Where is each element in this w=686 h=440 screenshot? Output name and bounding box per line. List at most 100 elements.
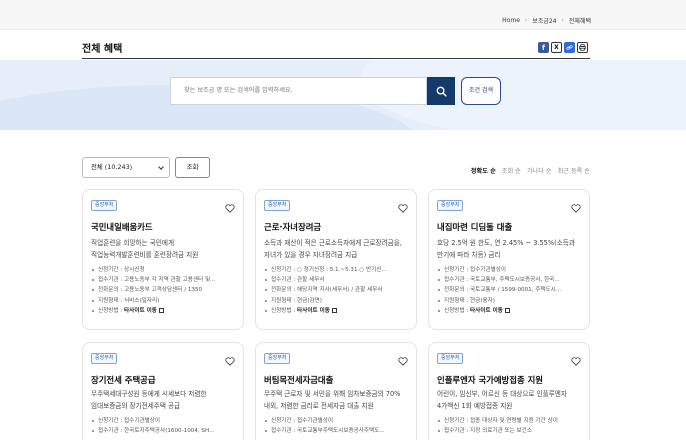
select-value: 전체 (10,243)	[91, 163, 133, 171]
breadcrumb-section[interactable]: 보조금24	[532, 16, 556, 25]
chevron-right-icon: ›	[561, 17, 564, 24]
heart-icon[interactable]	[398, 198, 408, 217]
card-info-item: 지원형태 : 현금(융자)	[437, 296, 587, 306]
query-button[interactable]: 조회	[175, 157, 210, 178]
category-badge: 중앙부처	[437, 200, 464, 211]
title-bar: 전체 혜택 f X	[82, 38, 590, 59]
card-info-item: 신청기간 : ○ 정기신청 : 5.1.~5.31.○ 반기신...	[264, 265, 414, 275]
card-info-item: 접수기관 : 지정 의료기관 또는 보건소	[437, 426, 587, 436]
card-info-item: 접수기관 : 국토교통부, 주택도시보증공사, 한국...	[437, 275, 587, 285]
benefit-card[interactable]: 중앙부처 국민내일배움카드 직업훈련을 희망하는 국민에게 직업능력개발훈련비를…	[82, 189, 244, 330]
heart-icon[interactable]	[571, 198, 581, 217]
category-badge: 중앙부처	[437, 353, 464, 364]
card-description-line: 호당 2.5억 원 한도, 연 2.45% ~ 3.55%(소득과	[437, 239, 575, 247]
card-description: 직업훈련을 희망하는 국민에게 직업능력개발훈련비를 훈련장려금 지원	[91, 237, 241, 261]
benefit-card[interactable]: 중앙부처 근로·자녀장려금 소득과 재산이 적은 근로소득자에게 근로장려금을,…	[255, 189, 417, 330]
heart-icon[interactable]	[398, 351, 408, 370]
card-title[interactable]: 인플루엔자 국가예방접종 지원	[437, 374, 543, 386]
card-description-line: 만기에 따라 차등) 금리	[437, 251, 501, 259]
sort-alphabetical[interactable]: 가나다 순	[527, 166, 552, 175]
search-button[interactable]	[427, 77, 455, 105]
card-info-list: 신청기간 : 상시신청 접수기관 : 고용노동부 각 지역 관할 고용센터 및.…	[91, 265, 241, 316]
share-buttons: f X	[538, 42, 588, 53]
search-icon	[436, 86, 447, 97]
external-site-link[interactable]: 타사이트 이동	[124, 308, 157, 314]
category-badge: 중앙부처	[264, 353, 291, 364]
chevron-down-icon	[158, 164, 164, 170]
category-badge: 중앙부처	[264, 200, 291, 211]
card-info-item: 전화문의 : 국토교통부 / 1599-0001, 주택도시...	[437, 285, 587, 295]
card-info-item: 전화문의 : 해당지역 지사(세무서) / 관할 세무서	[264, 285, 414, 295]
card-info-item: 신청방법 : 타사이트 이동	[437, 306, 587, 316]
card-info-item: 신청기간 : 접수기관별상이	[91, 416, 241, 426]
method-label: 신청방법 :	[98, 307, 125, 314]
card-description-line: 직업능력개발훈련비를 훈련장려금 지원	[91, 251, 199, 259]
method-label: 신청방법 :	[271, 307, 298, 314]
card-info-item: 지원형태 : 현금(감면)	[264, 296, 414, 306]
category-select[interactable]: 전체 (10,243)	[82, 157, 170, 178]
card-description: 무주택세대구성원 등에게 시세보다 저렴한 임대보증금의 장기전세주택 공급	[91, 388, 241, 412]
card-info-item: 접수기관 : 국토교통부주택도시보증공사주택도...	[264, 426, 414, 436]
heart-icon[interactable]	[225, 351, 235, 370]
card-info-list: 신청기간 : 접종 대상자 및 연령별 지원 기간 상이 접수기관 : 지정 의…	[437, 416, 587, 436]
card-info-item: 신청기간 : 상시신청	[91, 265, 241, 275]
card-title[interactable]: 내집마련 디딤돌 대출	[437, 221, 512, 233]
card-description: 어린이, 임신부, 어르신 등 대상으로 인플루엔자 4가백신 1회 예방접종 …	[437, 388, 587, 412]
card-description: 호당 2.5억 원 한도, 연 2.45% ~ 3.55%(소득과 만기에 따라…	[437, 237, 587, 261]
benefit-card[interactable]: 중앙부처 내집마련 디딤돌 대출 호당 2.5억 원 한도, 연 2.45% ~…	[428, 189, 590, 330]
card-info-item: 지원형태 : 서비스(일자리)	[91, 296, 241, 306]
card-description-line: 4가백신 1회 예방접종 지원	[437, 402, 513, 410]
search-input[interactable]: 찾는 보조금 명 또는 검색어를 입력하세요.	[170, 77, 427, 105]
card-description-line: 무주택 근로자 및 서민을 위해 임차보증금의 70%	[264, 390, 401, 398]
card-info-item: 신청방법 : 타사이트 이동	[264, 306, 414, 316]
external-site-link[interactable]: 타사이트 이동	[470, 308, 503, 314]
card-info-item: 전화문의 : 고용노동부 고객상담센터 / 1350	[91, 285, 241, 295]
card-description: 소득과 재산이 적은 근로소득자에게 근로장려금을, 자녀가 있을 경우 자녀장…	[264, 237, 414, 261]
sort-views[interactable]: 조회 순	[502, 166, 521, 175]
sort-options: 정확도 순 조회 순 가나다 순 최근 등록 순	[471, 166, 590, 175]
external-site-link[interactable]: 타사이트 이동	[297, 308, 330, 314]
card-title[interactable]: 버팀목전세자금대출	[264, 374, 333, 386]
external-link-icon	[331, 307, 337, 313]
card-info-item: 접수기관 : 관할 세무서	[264, 275, 414, 285]
card-description: 무주택 근로자 및 서민을 위해 임차보증금의 70% 내외, 저렴한 금리로 …	[264, 388, 414, 412]
card-title[interactable]: 근로·자녀장려금	[264, 221, 321, 233]
chevron-right-icon: ›	[524, 17, 528, 24]
print-icon[interactable]	[577, 42, 588, 53]
benefit-card[interactable]: 중앙부처 인플루엔자 국가예방접종 지원 어린이, 임신부, 어르신 등 대상으…	[428, 342, 590, 440]
heart-icon[interactable]	[571, 351, 581, 370]
card-title[interactable]: 국민내일배움카드	[91, 221, 153, 233]
card-info-list: 신청기간 : 접수기관별상이 접수기관 : 한국토지주택공사(1600-1004…	[91, 416, 241, 436]
breadcrumb: Home › 보조금24 › 전체혜택	[502, 16, 591, 25]
card-info-item: 신청기간 : 접수기관별상이	[437, 265, 587, 275]
sort-recent[interactable]: 최근 등록 순	[558, 166, 590, 175]
facebook-icon[interactable]: f	[538, 42, 549, 53]
sort-accuracy[interactable]: 정확도 순	[471, 166, 496, 175]
card-info-item: 신청기간 : 접수기관별상이	[264, 416, 414, 426]
card-description-line: 무주택세대구성원 등에게 시세보다 저렴한	[91, 390, 207, 398]
card-info-list: 신청기간 : ○ 정기신청 : 5.1.~5.31.○ 반기신... 접수기관 …	[264, 265, 414, 316]
method-label: 신청방법 :	[444, 307, 471, 314]
card-description-line: 어린이, 임신부, 어르신 등 대상으로 인플루엔자	[437, 390, 567, 398]
card-description-line: 직업훈련을 희망하는 국민에게	[91, 239, 175, 247]
card-info-item: 접수기관 : 한국토지주택공사(1600-1004, SH...	[91, 426, 241, 436]
x-icon[interactable]: X	[551, 42, 562, 53]
card-description-line: 임대보증금의 장기전세주택 공급	[91, 402, 181, 410]
category-badge: 중앙부처	[91, 353, 118, 364]
benefit-card[interactable]: 중앙부처 버팀목전세자금대출 무주택 근로자 및 서민을 위해 임차보증금의 7…	[255, 342, 417, 440]
card-description-line: 소득과 재산이 적은 근로소득자에게 근로장려금을,	[264, 239, 402, 247]
breadcrumb-current: 전체혜택	[568, 18, 591, 25]
card-title[interactable]: 장기전세 주택공급	[91, 374, 156, 386]
card-info-item: 신청방법 : 타사이트 이동	[91, 306, 241, 316]
category-badge: 중앙부처	[91, 200, 118, 211]
page-title: 전체 혜택	[82, 44, 123, 55]
breadcrumb-home[interactable]: Home	[502, 17, 520, 24]
heart-icon[interactable]	[225, 198, 235, 217]
external-link-icon	[504, 307, 510, 313]
benefit-card[interactable]: 중앙부처 장기전세 주택공급 무주택세대구성원 등에게 시세보다 저렴한 임대보…	[82, 342, 244, 440]
link-icon[interactable]	[564, 42, 575, 53]
external-link-icon	[158, 307, 164, 313]
search-section: 찾는 보조금 명 또는 검색어를 입력하세요. 조건 검색	[0, 60, 686, 130]
condition-search-button[interactable]: 조건 검색	[461, 77, 501, 105]
card-description-line: 내외, 저렴한 금리로 전세자금 대출 지원	[264, 402, 374, 410]
